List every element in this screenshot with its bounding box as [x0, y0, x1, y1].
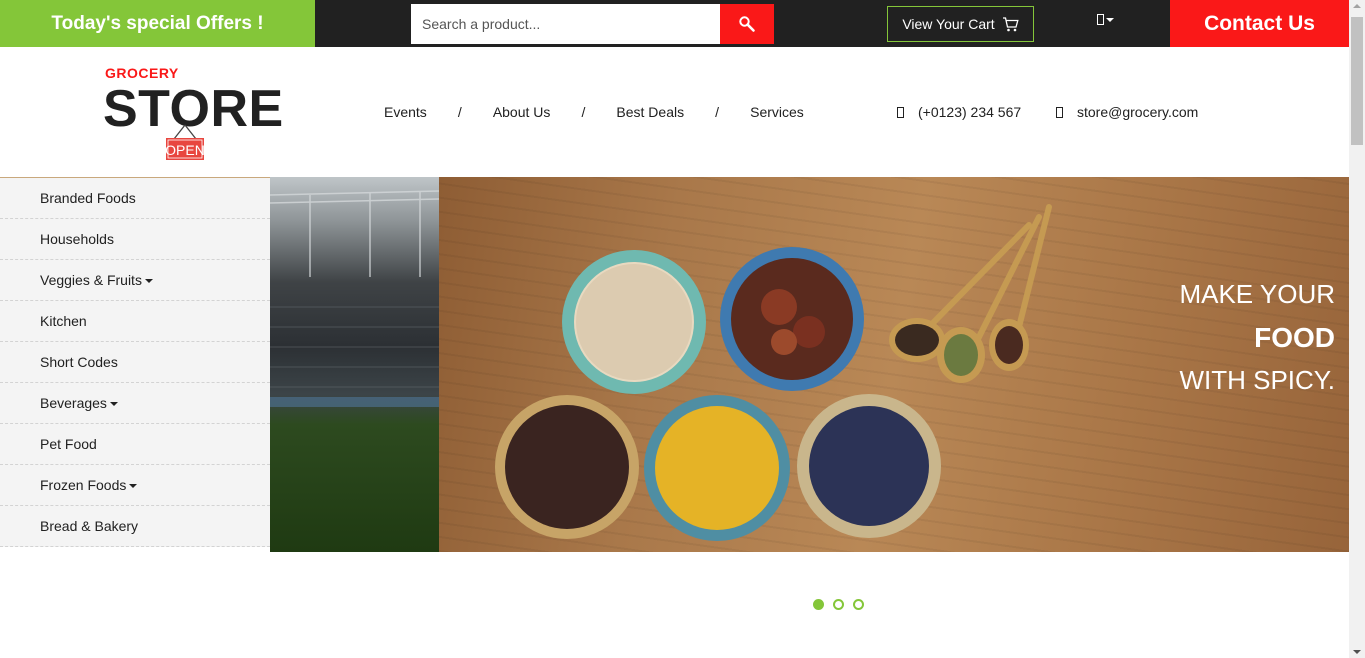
- stadium-background-image: [270, 177, 439, 552]
- caret-down-icon: [129, 483, 138, 488]
- search-input[interactable]: [411, 4, 720, 44]
- search-button[interactable]: [720, 4, 774, 44]
- sidebar-item-label: Veggies & Fruits: [40, 272, 142, 288]
- sidebar-item-kitchen[interactable]: Kitchen: [0, 301, 270, 342]
- cart-icon: [1002, 16, 1019, 31]
- sidebar-item-veggies-fruits[interactable]: Veggies & Fruits: [0, 260, 270, 301]
- banner-line-2: FOOD: [1254, 322, 1335, 353]
- nav-separator: /: [715, 104, 720, 120]
- view-cart-button[interactable]: View Your Cart: [887, 6, 1034, 42]
- sidebar-item-bread-bakery[interactable]: Bread & Bakery: [0, 506, 270, 547]
- chevron-down-icon: [1106, 17, 1114, 22]
- contact-us-button[interactable]: Contact Us: [1170, 0, 1349, 47]
- caret-down-icon: [144, 278, 153, 283]
- nav-link-services[interactable]: Services: [750, 104, 804, 120]
- sidebar-item-label: Branded Foods: [40, 190, 136, 206]
- store-logo[interactable]: GROCERY STORE OPEN: [103, 63, 285, 163]
- top-bar: Today's special Offers ! View Your Cart …: [0, 0, 1349, 47]
- sidebar-item-label: Kitchen: [40, 313, 87, 329]
- nav-link-events[interactable]: Events: [384, 104, 427, 120]
- nav-link-best-deals[interactable]: Best Deals: [616, 104, 684, 120]
- sidebar-item-label: Short Codes: [40, 354, 118, 370]
- sidebar-item-pet-food[interactable]: Pet Food: [0, 424, 270, 465]
- sidebar-item-label: Bread & Bakery: [40, 518, 139, 534]
- svg-text:OPEN: OPEN: [165, 142, 205, 158]
- banner-line-3: WITH SPICY.: [1179, 365, 1335, 395]
- sidebar-item-beverages[interactable]: Beverages: [0, 383, 270, 424]
- banner-headline: MAKE YOUR FOOD WITH SPICY.: [1179, 273, 1335, 402]
- phone-number: (+0123) 234 567: [918, 104, 1022, 120]
- sidebar-item-frozen-foods[interactable]: Frozen Foods: [0, 465, 270, 506]
- sidebar-item-short-codes[interactable]: Short Codes: [0, 342, 270, 383]
- scroll-down-icon[interactable]: [1353, 650, 1361, 654]
- carousel-dot-3[interactable]: [853, 599, 864, 610]
- page-scrollbar[interactable]: [1349, 0, 1365, 658]
- hero-banner: MAKE YOUR FOOD WITH SPICY.: [439, 177, 1349, 552]
- main-nav: Events / About Us / Best Deals / Service…: [384, 104, 804, 120]
- nav-separator: /: [457, 104, 462, 120]
- envelope-icon: [1056, 106, 1063, 118]
- nav-separator: /: [581, 104, 586, 120]
- category-sidebar: Branded Foods Households Veggies & Fruit…: [0, 177, 270, 547]
- email-contact: store@grocery.com: [1056, 104, 1198, 120]
- sidebar-item-label: Households: [40, 231, 114, 247]
- search-icon: [739, 16, 755, 32]
- nav-link-about-us[interactable]: About Us: [493, 104, 551, 120]
- view-cart-label: View Your Cart: [902, 16, 995, 32]
- carousel-dot-2[interactable]: [833, 599, 844, 610]
- user-menu-dropdown[interactable]: [1097, 14, 1114, 25]
- sidebar-item-label: Beverages: [40, 395, 107, 411]
- sidebar-item-label: Frozen Foods: [40, 477, 127, 493]
- open-sign-icon: OPEN: [165, 124, 205, 160]
- carousel-indicators: [813, 599, 864, 610]
- special-offers-link[interactable]: Today's special Offers !: [0, 0, 315, 47]
- sidebar-item-households[interactable]: Households: [0, 219, 270, 260]
- sidebar-item-branded-foods[interactable]: Branded Foods: [0, 178, 270, 219]
- phone-contact: (+0123) 234 567: [897, 104, 1021, 120]
- caret-down-icon: [109, 401, 118, 406]
- sidebar-item-label: Pet Food: [40, 436, 97, 452]
- scroll-up-icon[interactable]: [1353, 4, 1361, 8]
- phone-icon: [897, 106, 904, 118]
- user-icon: [1097, 14, 1104, 25]
- carousel-dot-1[interactable]: [813, 599, 824, 610]
- banner-line-1: MAKE YOUR: [1179, 279, 1335, 309]
- scroll-thumb[interactable]: [1351, 17, 1363, 145]
- email-link[interactable]: store@grocery.com: [1077, 104, 1198, 120]
